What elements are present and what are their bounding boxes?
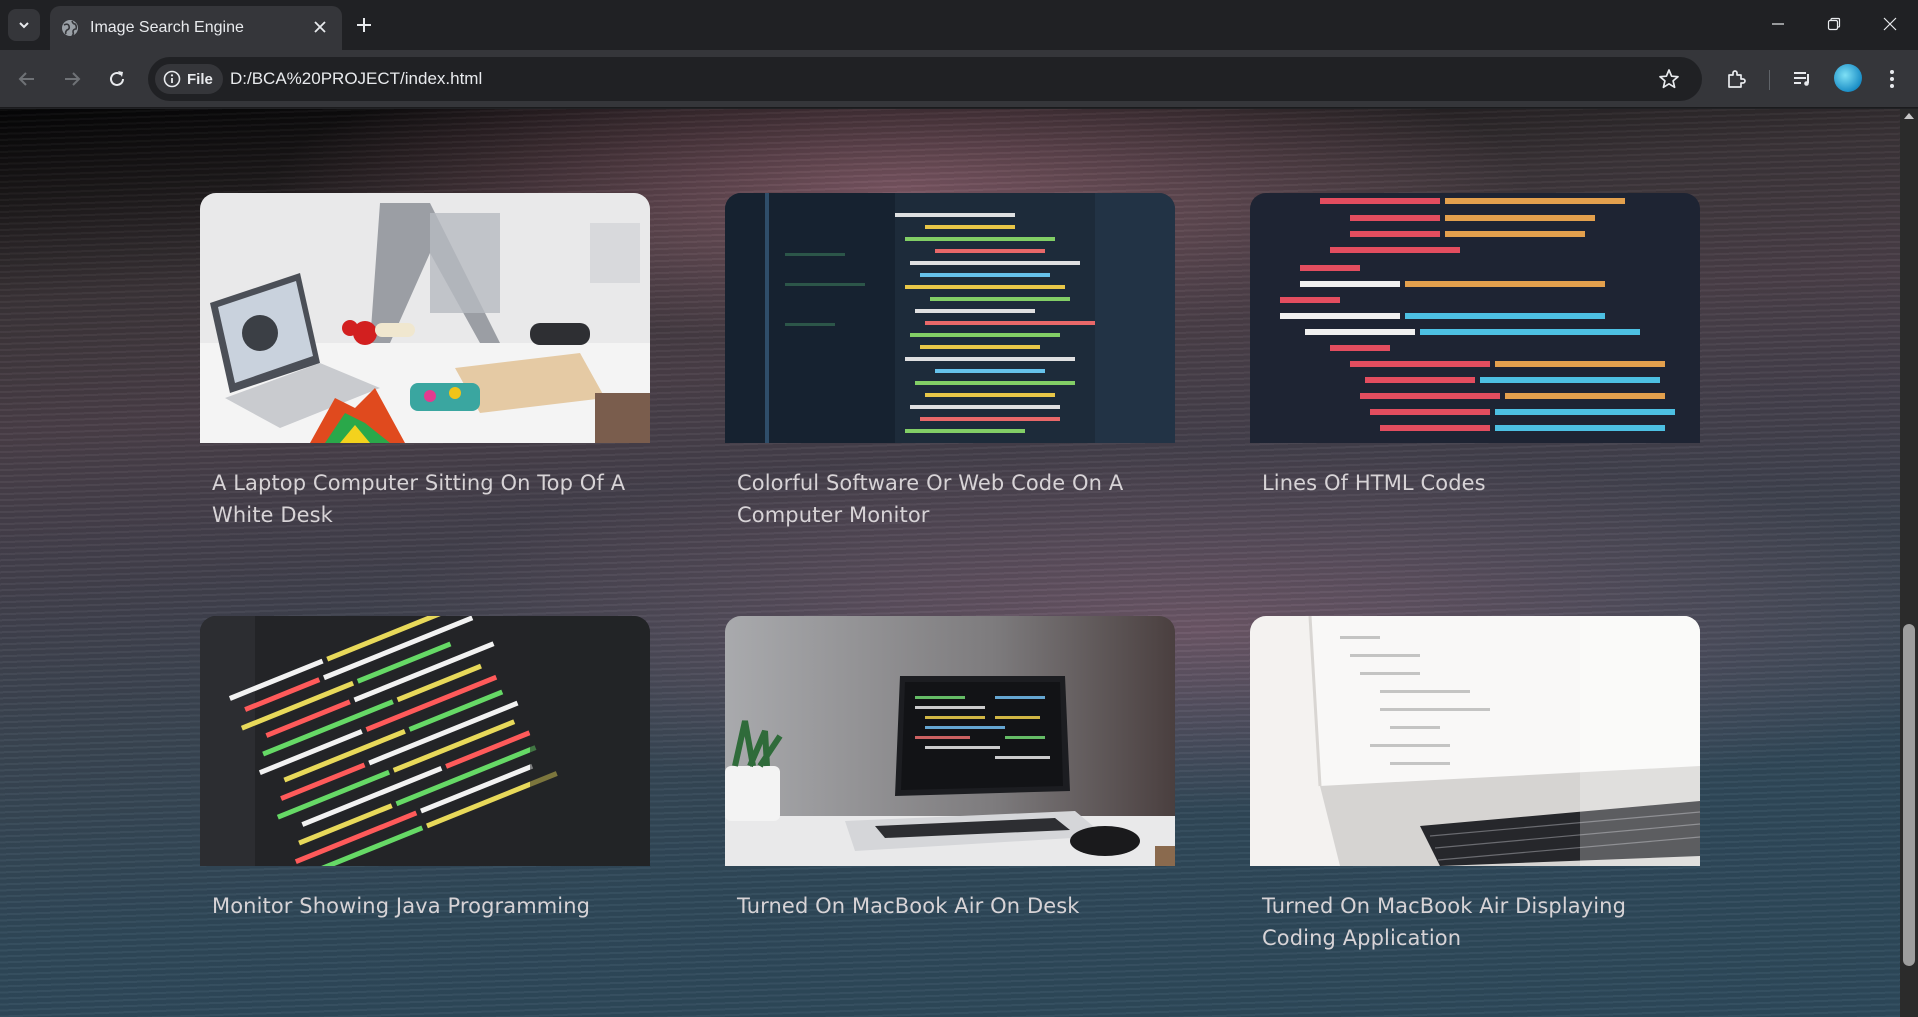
result-image-java-code[interactable]: [200, 616, 650, 866]
minimize-icon: [1772, 23, 1784, 25]
result-title[interactable]: Colorful Software Or Web Code On A Compu…: [725, 467, 1175, 531]
scroll-up-arrow[interactable]: [1904, 113, 1914, 119]
result-image-laptop-3d-printer[interactable]: [200, 193, 650, 443]
tab-search-button[interactable]: [8, 9, 40, 41]
back-button[interactable]: [12, 64, 42, 94]
star-icon: [1659, 69, 1679, 89]
site-info-label: File: [187, 70, 213, 88]
tab-strip: Image Search Engine: [0, 0, 1918, 50]
result-title[interactable]: Monitor Showing Java Programming: [200, 890, 650, 922]
new-tab-button[interactable]: [350, 11, 378, 39]
url-text[interactable]: D:/BCA%20PROJECT/index.html: [230, 69, 482, 89]
forward-button[interactable]: [57, 64, 87, 94]
result-card[interactable]: Lines Of HTML Codes: [1250, 193, 1700, 499]
result-image-html-code[interactable]: [1250, 193, 1700, 443]
result-card[interactable]: Turned On MacBook Air Displaying Coding …: [1250, 616, 1700, 954]
result-image-macbook-desk[interactable]: [725, 616, 1175, 866]
result-title[interactable]: A Laptop Computer Sitting On Top Of A Wh…: [200, 467, 650, 531]
address-bar[interactable]: File D:/BCA%20PROJECT/index.html: [148, 57, 1702, 101]
scroll-thumb[interactable]: [1903, 624, 1915, 966]
close-icon: [1883, 17, 1897, 31]
restore-icon: [1827, 17, 1841, 31]
playlist-icon: [1794, 72, 1809, 86]
minimize-button[interactable]: [1750, 0, 1806, 48]
result-title[interactable]: Turned On MacBook Air Displaying Coding …: [1250, 890, 1700, 954]
reload-button[interactable]: [102, 64, 132, 94]
reload-icon: [110, 71, 124, 86]
profile-avatar[interactable]: [1834, 64, 1862, 92]
result-card[interactable]: Turned On MacBook Air On Desk: [725, 616, 1175, 922]
page-viewport: A Laptop Computer Sitting On Top Of A Wh…: [0, 109, 1900, 1017]
restore-button[interactable]: [1806, 0, 1862, 48]
result-image-macbook-coding-app[interactable]: [1250, 616, 1700, 866]
media-controls-button[interactable]: [1786, 63, 1818, 95]
more-vertical-icon: [1890, 70, 1894, 88]
result-card[interactable]: A Laptop Computer Sitting On Top Of A Wh…: [200, 193, 650, 531]
tab-close-button[interactable]: [308, 15, 332, 39]
extensions-button[interactable]: [1720, 63, 1752, 95]
chevron-down-icon: [19, 22, 29, 29]
result-card[interactable]: Monitor Showing Java Programming: [200, 616, 650, 922]
result-title[interactable]: Turned On MacBook Air On Desk: [725, 890, 1175, 922]
browser-toolbar: File D:/BCA%20PROJECT/index.html: [0, 50, 1918, 108]
result-title[interactable]: Lines Of HTML Codes: [1250, 467, 1700, 499]
site-info-chip[interactable]: File: [155, 64, 223, 94]
arrow-left-icon: [18, 72, 34, 86]
result-image-colorful-code[interactable]: [725, 193, 1175, 443]
browser-menu-button[interactable]: [1876, 63, 1908, 95]
puzzle-icon: [1728, 70, 1746, 88]
toolbar-divider: [1769, 70, 1770, 90]
info-icon: [163, 70, 181, 88]
plus-icon: [357, 18, 371, 32]
tab-title: Image Search Engine: [90, 19, 244, 36]
browser-tab-active[interactable]: Image Search Engine: [50, 6, 342, 50]
page-scrollbar[interactable]: [1900, 109, 1918, 1017]
close-icon: [314, 21, 326, 33]
close-window-button[interactable]: [1862, 0, 1918, 48]
bookmark-button[interactable]: [1654, 65, 1684, 93]
arrow-right-icon: [65, 72, 81, 86]
globe-icon: [62, 20, 78, 37]
result-card[interactable]: Colorful Software Or Web Code On A Compu…: [725, 193, 1175, 531]
